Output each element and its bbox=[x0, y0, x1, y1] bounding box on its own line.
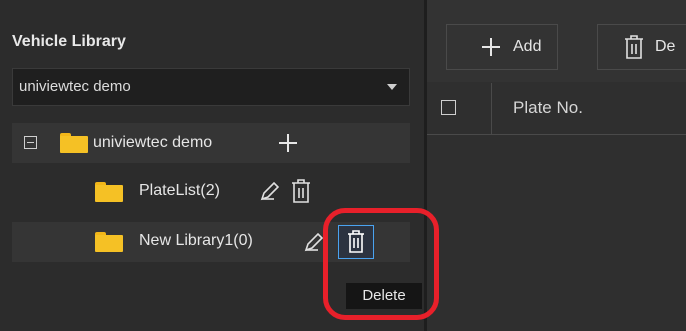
minus-square-icon[interactable] bbox=[24, 136, 37, 149]
tree-node-platelist-label: PlateList(2) bbox=[139, 182, 220, 199]
tree-node-platelist[interactable]: PlateList(2) bbox=[12, 172, 410, 212]
library-selector-value: univiewtec demo bbox=[19, 78, 131, 95]
pencil-icon[interactable] bbox=[258, 179, 282, 203]
column-divider bbox=[491, 83, 492, 135]
folder-icon bbox=[95, 182, 123, 202]
tree-node-root-label: univiewtec demo bbox=[93, 134, 213, 151]
plus-icon bbox=[482, 38, 500, 56]
folder-icon bbox=[60, 133, 88, 153]
add-button[interactable]: Add bbox=[446, 24, 558, 70]
add-button-label: Add bbox=[513, 38, 542, 55]
library-selector[interactable]: univiewtec demo bbox=[12, 68, 410, 106]
trash-icon bbox=[622, 34, 646, 59]
tree-node-new-library-label: New Library1(0) bbox=[139, 232, 253, 249]
plus-icon[interactable] bbox=[279, 134, 297, 152]
app-window: Vehicle Library univiewtec demo univiewt… bbox=[0, 0, 686, 331]
folder-icon bbox=[95, 232, 123, 252]
delete-button-label: De bbox=[655, 38, 676, 55]
trash-icon[interactable] bbox=[289, 178, 313, 203]
panel-title: Vehicle Library bbox=[12, 33, 126, 50]
column-header-plate-no[interactable]: Plate No. bbox=[513, 98, 583, 118]
checkbox-icon[interactable] bbox=[441, 100, 456, 115]
caret-down-icon bbox=[387, 84, 397, 90]
tree-node-root[interactable]: univiewtec demo bbox=[12, 123, 410, 163]
delete-button[interactable]: De bbox=[597, 24, 686, 70]
highlight-annotation bbox=[323, 208, 439, 320]
